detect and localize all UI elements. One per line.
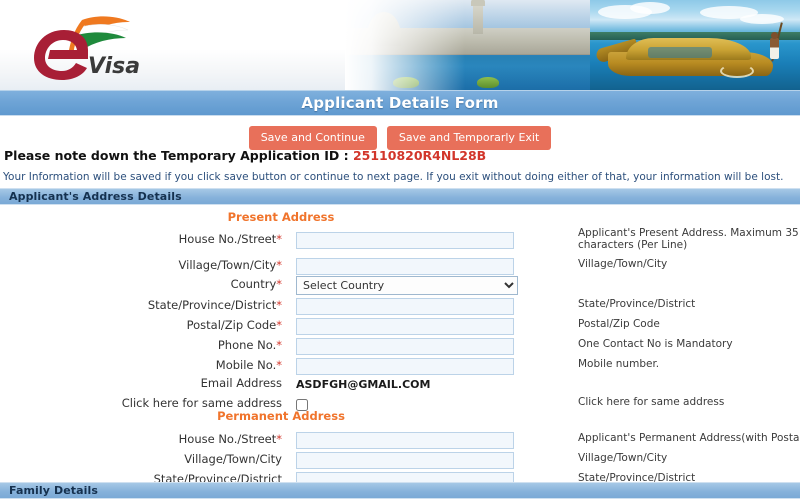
row-present-mobile-no: Mobile No.* Mobile number. [0,355,800,375]
label-present-postal-zip-code: Postal/Zip Code* [186,318,282,332]
required-asterisk: * [276,232,282,246]
required-asterisk: * [276,358,282,372]
row-present-state-province-district: State/Province/District* State/Province/… [0,295,800,315]
label-permanent-village-town-city: Village/Town/City [184,452,282,466]
email-address-value: ASDFGH@GMAIL.COM [296,378,431,391]
banner-boat-canopy [626,38,751,60]
permanent-house-street-input[interactable] [296,432,514,449]
section-header-address-details: Applicant's Address Details [0,188,800,205]
svg-text:Visa: Visa [88,54,140,79]
section-header-family-label: Family Details [9,484,99,497]
section-header-family-details[interactable]: Family Details [0,482,800,499]
hint-present-mobile-no: Mobile number. [578,358,660,370]
hint-permanent-house-street: Applicant's Permanent Address(with Posta… [578,432,800,444]
banner-water-left [345,56,590,90]
hint-permanent-village-town-city: Village/Town/City [578,452,668,464]
row-permanent-house-street: House No./Street* Applicant's Permanent … [0,429,800,449]
present-state-province-district-input[interactable] [296,298,514,315]
present-village-town-city-input[interactable] [296,258,514,275]
banner-houseboat-scene [590,0,800,90]
label-email-address: Email Address [200,376,282,390]
page-header: Visa [0,0,800,90]
present-address-heading: Present Address [227,210,335,224]
required-asterisk: * [276,277,282,291]
banner-cloud-2 [630,2,670,14]
hint-present-house-street: Applicant's Present Address. Maximum 35 … [578,227,799,251]
hint-present-postal-zip-code: Postal/Zip Code [578,318,660,330]
banner-boat-rope [720,64,754,78]
page-title: Applicant Details Form [301,94,499,112]
row-present-postal-zip-code: Postal/Zip Code* Postal/Zip Code [0,315,800,335]
save-warning-text: Your Information will be saved if you cl… [3,171,784,183]
present-phone-no-input[interactable] [296,338,514,355]
label-present-village-town-city: Village/Town/City* [178,258,282,272]
application-id-value: 25110820R4NL28B [352,148,487,163]
save-and-continue-button[interactable]: Save and Continue [248,126,377,150]
required-asterisk: * [276,298,282,312]
row-present-village-town-city: Village/Town/City* Village/Town/City [0,255,800,275]
evisa-logo: Visa [26,10,156,82]
required-asterisk: * [276,258,282,272]
label-present-mobile-no: Mobile No.* [215,358,282,372]
hint-present-phone-no: One Contact No is Mandatory [578,338,733,350]
banner-tower [471,0,485,34]
label-permanent-house-street: House No./Street* [178,432,282,446]
row-email-address: Email Address ASDFGH@GMAIL.COM [0,373,800,393]
banner-cloud-4 [740,14,784,24]
banner-bush-2 [477,77,499,88]
row-permanent-village-town-city: Village/Town/City Village/Town/City [0,449,800,469]
required-asterisk: * [276,432,282,446]
india-banner-photo [345,0,800,90]
label-present-country: Country* [230,277,282,291]
label-present-phone-no: Phone No.* [217,338,282,352]
save-and-temporarily-exit-button[interactable]: Save and Temporarly Exit [386,126,552,150]
permanent-village-town-city-input[interactable] [296,452,514,469]
banner-parliament-scene [345,0,590,90]
hint-same-address: Click here for same address [578,396,725,408]
required-asterisk: * [276,318,282,332]
banner-boatman-body [770,38,779,59]
permanent-address-heading: Permanent Address [217,409,345,423]
temporary-application-id-notice: Please note down the Temporary Applicati… [4,148,486,163]
banner-boatman-head [771,32,778,39]
form-action-buttons: Save and Continue Save and Temporarly Ex… [0,126,800,150]
label-present-house-street: House No./Street* [178,232,282,246]
present-postal-zip-code-input[interactable] [296,318,514,335]
form-title-bar: Applicant Details Form [0,90,800,116]
row-present-house-street: House No./Street* Applicant's Present Ad… [0,227,800,251]
present-country-select[interactable]: Select Country [296,276,518,295]
required-asterisk: * [276,338,282,352]
hint-present-village-town-city: Village/Town/City [578,258,668,270]
banner-bush-1 [393,77,419,88]
section-header-address-label: Applicant's Address Details [9,190,182,203]
label-present-state-province-district: State/Province/District* [147,298,282,312]
row-present-country: Country* Select Country [0,274,800,295]
present-house-street-input[interactable] [296,232,514,249]
notice-prefix: Please note down the Temporary Applicati… [4,148,353,163]
hint-present-state-province-district: State/Province/District [578,298,696,310]
row-present-phone-no: Phone No.* One Contact No is Mandatory [0,335,800,355]
page-root: Visa Applicant Details Form Save and Con… [0,0,800,500]
